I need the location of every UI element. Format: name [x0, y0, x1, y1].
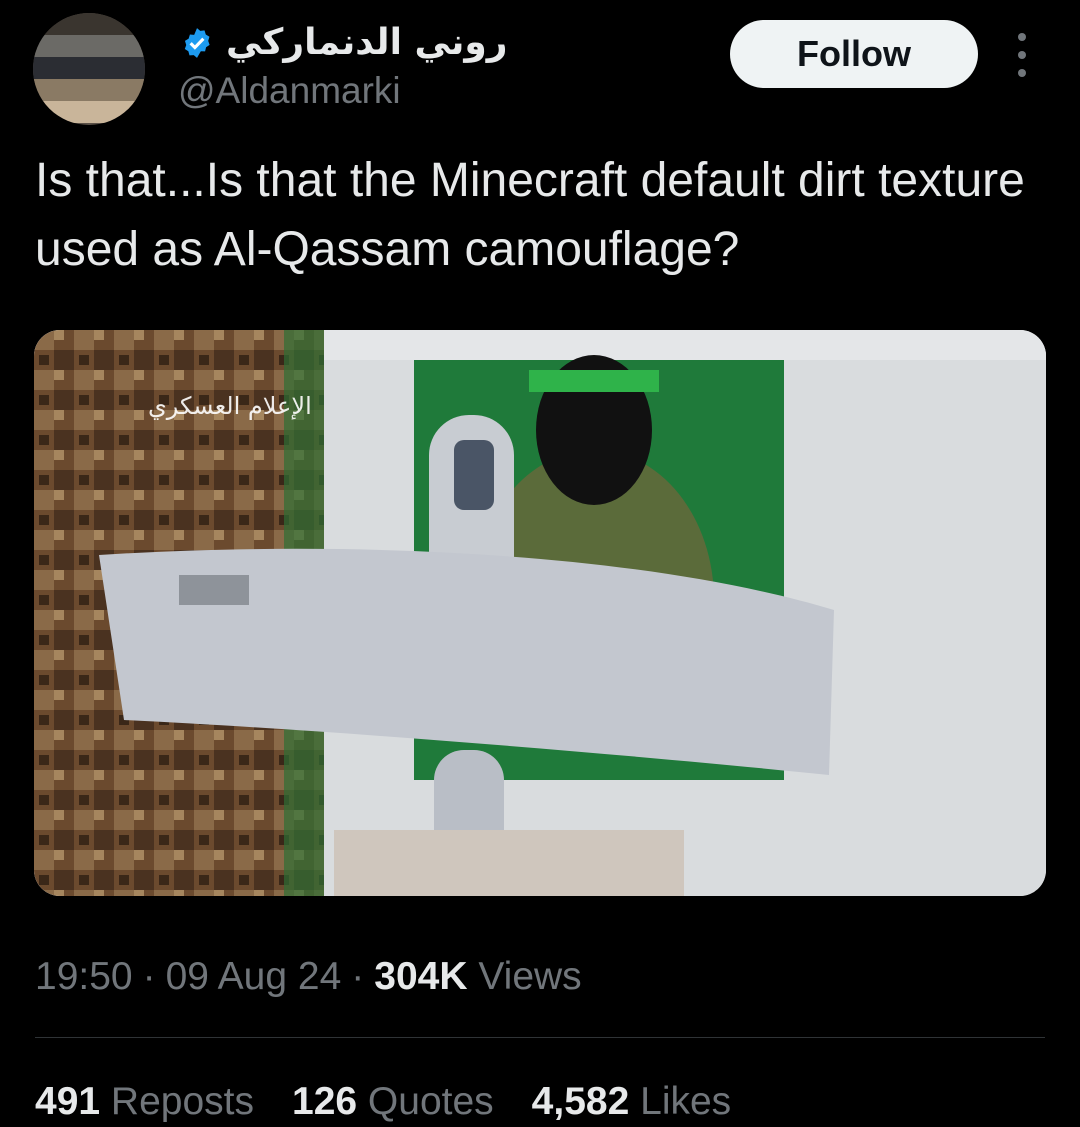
tweet-time[interactable]: 19:50 — [35, 955, 133, 999]
divider — [35, 1037, 1045, 1038]
tweet-media-image[interactable]: الإعلام العسكري — [34, 330, 1046, 896]
author-handle[interactable]: @Aldanmarki — [178, 70, 401, 112]
likes-stat[interactable]: 4,582 Likes — [532, 1080, 732, 1124]
engagement-stats: 491 Reposts 126 Quotes 4,582 Likes — [35, 1080, 731, 1124]
tweet-meta: 19:50 · 09 Aug 24 · 304K Views — [35, 955, 582, 999]
tweet-date[interactable]: 09 Aug 24 — [166, 955, 342, 999]
author-name-row[interactable]: روني الدنماركي — [180, 22, 507, 63]
meta-separator: · — [351, 955, 365, 998]
follow-button[interactable]: Follow — [730, 20, 978, 88]
views-count: 304K — [374, 955, 468, 998]
tweet-text: Is that...Is that the Minecraft default … — [35, 154, 1025, 276]
views-label: Views — [478, 955, 582, 998]
meta-separator: · — [142, 955, 156, 998]
reposts-stat[interactable]: 491 Reposts — [35, 1080, 254, 1124]
media-watermark: الإعلام العسكري — [148, 392, 312, 420]
quotes-stat[interactable]: 126 Quotes — [292, 1080, 494, 1124]
author-display-name: روني الدنماركي — [226, 22, 508, 63]
verified-badge-icon — [184, 27, 210, 58]
avatar[interactable] — [33, 13, 145, 125]
more-options-icon[interactable] — [1008, 33, 1036, 77]
